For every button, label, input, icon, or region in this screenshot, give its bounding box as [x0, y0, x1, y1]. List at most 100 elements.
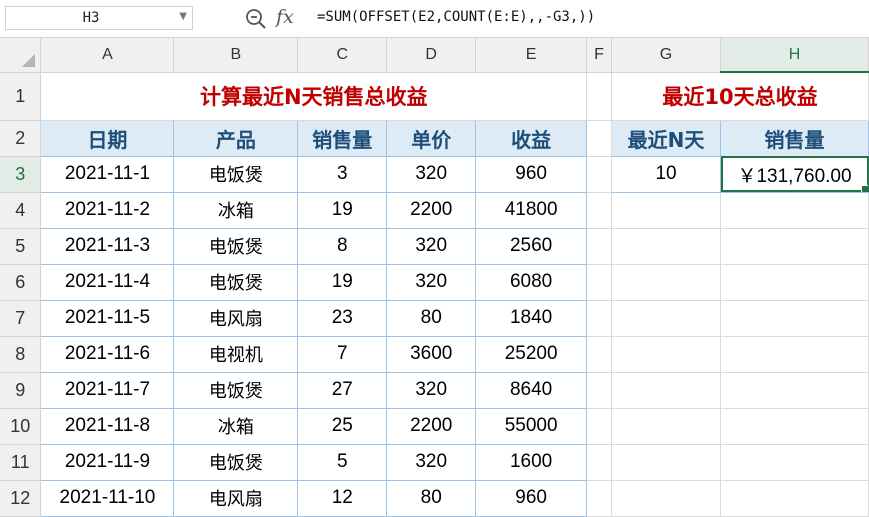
cell[interactable]: 320 — [386, 264, 477, 301]
title-cell-right[interactable]: 最近10天总收益 — [611, 72, 869, 121]
cell[interactable] — [720, 480, 869, 517]
cell[interactable]: 10 — [611, 156, 721, 193]
row-header[interactable]: 2 — [0, 120, 42, 157]
cell[interactable]: 320 — [386, 444, 477, 481]
cell[interactable]: 25 — [297, 408, 388, 445]
cell[interactable] — [586, 120, 613, 157]
chevron-down-icon[interactable]: ▼ — [179, 11, 187, 22]
cell[interactable]: 2021-11-9 — [40, 444, 175, 481]
cell[interactable] — [611, 408, 721, 445]
cell[interactable]: 2021-11-1 — [40, 156, 175, 193]
cell[interactable]: 2021-11-8 — [40, 408, 175, 445]
cell[interactable]: 2021-11-7 — [40, 372, 175, 409]
cell[interactable] — [586, 228, 613, 265]
row-header[interactable]: 5 — [0, 228, 42, 265]
cell[interactable]: 电饭煲 — [173, 156, 299, 193]
cell[interactable]: 2200 — [386, 192, 477, 229]
fill-handle[interactable] — [861, 184, 868, 191]
cell[interactable]: 80 — [386, 480, 477, 517]
cell[interactable] — [586, 300, 613, 337]
cell[interactable]: 3 — [297, 156, 388, 193]
cell[interactable] — [586, 72, 613, 121]
cell[interactable]: 2021-11-10 — [40, 480, 175, 517]
header-cell[interactable]: 产品 — [173, 120, 299, 157]
cell[interactable] — [586, 372, 613, 409]
row-header[interactable]: 8 — [0, 336, 42, 373]
cell[interactable]: 7 — [297, 336, 388, 373]
cell[interactable] — [611, 300, 721, 337]
row-header[interactable]: 10 — [0, 408, 42, 445]
column-header-d[interactable]: D — [386, 38, 477, 73]
cell[interactable]: 电风扇 — [173, 480, 299, 517]
cell[interactable] — [586, 192, 613, 229]
cell[interactable] — [720, 408, 869, 445]
cell[interactable]: 27 — [297, 372, 388, 409]
cell[interactable]: 25200 — [475, 336, 588, 373]
cell[interactable]: 电饭煲 — [173, 372, 299, 409]
cell[interactable]: 41800 — [475, 192, 588, 229]
row-header[interactable]: 9 — [0, 372, 42, 409]
zoom-icon[interactable] — [245, 8, 267, 30]
cell[interactable]: 电饭煲 — [173, 444, 299, 481]
cell[interactable] — [586, 444, 613, 481]
cell[interactable] — [720, 228, 869, 265]
cell[interactable] — [720, 264, 869, 301]
column-header-f[interactable]: F — [586, 38, 613, 73]
cell[interactable] — [611, 372, 721, 409]
header-cell[interactable]: 日期 — [40, 120, 175, 157]
cell[interactable]: 5 — [297, 444, 388, 481]
header-cell[interactable]: 销售量 — [720, 120, 869, 157]
name-box[interactable]: H3 ▼ — [5, 6, 193, 30]
cell[interactable] — [586, 156, 613, 193]
cell[interactable]: 2021-11-2 — [40, 192, 175, 229]
cell[interactable] — [720, 336, 869, 373]
column-header-b[interactable]: B — [173, 38, 299, 73]
cell[interactable] — [611, 192, 721, 229]
title-cell[interactable]: 计算最近N天销售总收益 — [40, 72, 588, 121]
cell[interactable] — [611, 444, 721, 481]
cell[interactable]: 冰箱 — [173, 408, 299, 445]
cell[interactable]: 19 — [297, 264, 388, 301]
cell[interactable]: 2021-11-4 — [40, 264, 175, 301]
cell[interactable]: 8640 — [475, 372, 588, 409]
selected-cell[interactable]: ￥131,760.00 — [720, 156, 869, 193]
cell[interactable] — [586, 408, 613, 445]
cell[interactable]: 960 — [475, 480, 588, 517]
column-header-a[interactable]: A — [40, 38, 175, 73]
row-header[interactable]: 3 — [0, 156, 42, 193]
formula-input[interactable]: =SUM(OFFSET(E2,COUNT(E:E),,-G3,)) — [317, 9, 595, 25]
cell[interactable]: 2021-11-3 — [40, 228, 175, 265]
cell[interactable]: 8 — [297, 228, 388, 265]
cell[interactable]: 960 — [475, 156, 588, 193]
cell[interactable] — [586, 264, 613, 301]
cell[interactable]: 2560 — [475, 228, 588, 265]
cell[interactable]: 1600 — [475, 444, 588, 481]
cell[interactable]: 电视机 — [173, 336, 299, 373]
column-header-h[interactable]: H — [720, 38, 869, 73]
cell[interactable]: 冰箱 — [173, 192, 299, 229]
function-icon[interactable]: fx — [276, 6, 294, 28]
cell[interactable] — [720, 372, 869, 409]
cell[interactable]: 电饭煲 — [173, 264, 299, 301]
cell[interactable] — [720, 300, 869, 337]
cell[interactable] — [720, 444, 869, 481]
column-header-g[interactable]: G — [611, 38, 721, 73]
cell[interactable]: 23 — [297, 300, 388, 337]
cell[interactable]: 1840 — [475, 300, 588, 337]
cell[interactable]: 55000 — [475, 408, 588, 445]
column-header-c[interactable]: C — [297, 38, 388, 73]
cell[interactable] — [611, 228, 721, 265]
header-cell[interactable]: 销售量 — [297, 120, 388, 157]
column-header-e[interactable]: E — [475, 38, 588, 73]
row-header[interactable]: 6 — [0, 264, 42, 301]
cell[interactable]: 19 — [297, 192, 388, 229]
cell[interactable]: 电饭煲 — [173, 228, 299, 265]
cell[interactable] — [611, 264, 721, 301]
cell[interactable]: 80 — [386, 300, 477, 337]
cell[interactable]: 2200 — [386, 408, 477, 445]
cell[interactable] — [586, 480, 613, 517]
cell[interactable]: 3600 — [386, 336, 477, 373]
cell[interactable]: 2021-11-5 — [40, 300, 175, 337]
cell[interactable]: 12 — [297, 480, 388, 517]
cell[interactable] — [611, 336, 721, 373]
